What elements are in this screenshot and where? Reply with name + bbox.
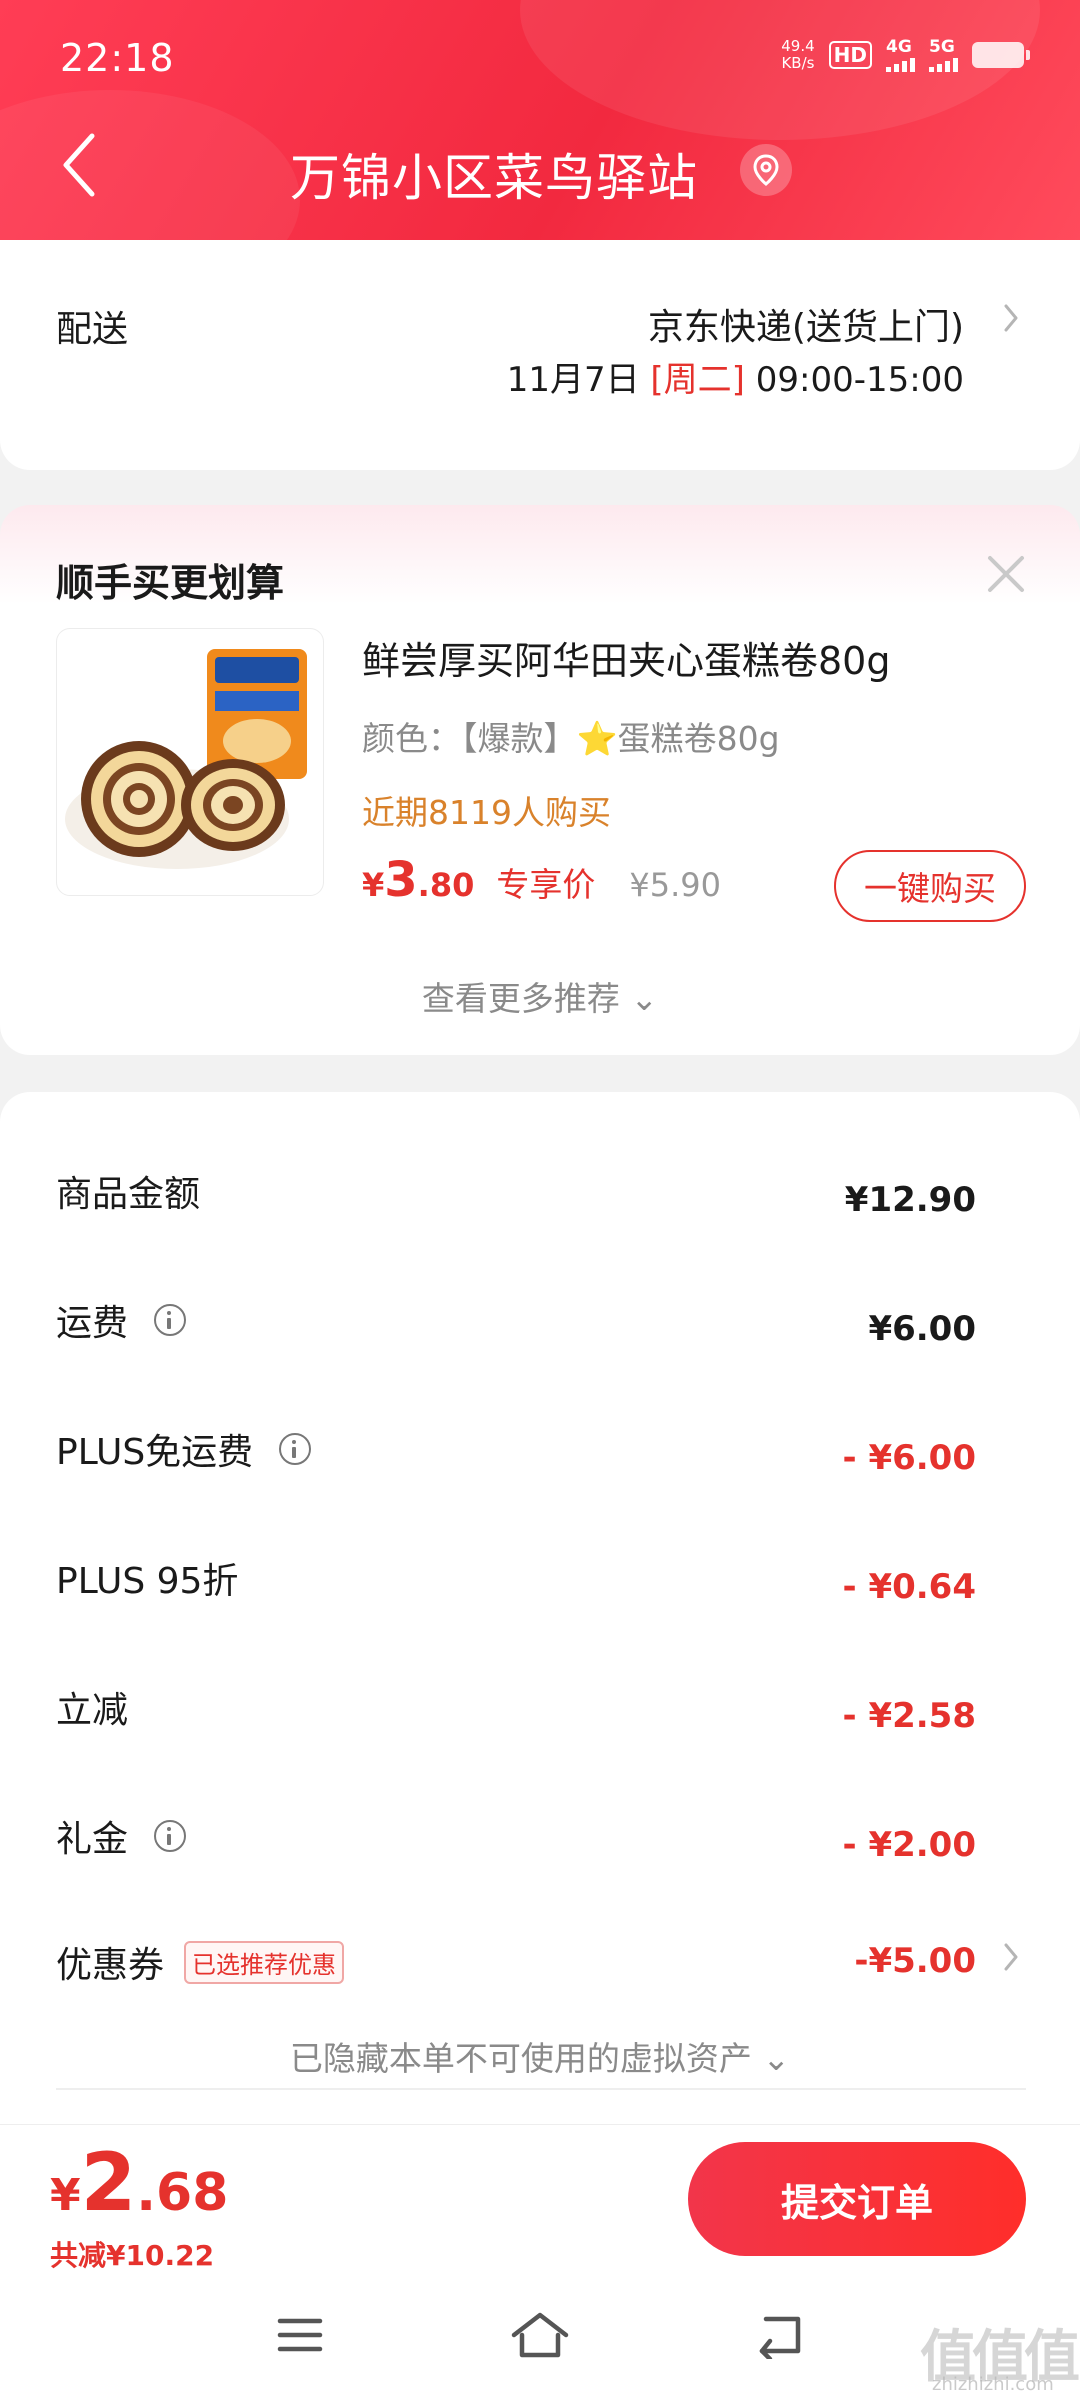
checkout-page: 22:18 49.4 KB/s HD 4G 5G 万锦小区菜鸟驿站 配送 京东快…: [0, 0, 1080, 2400]
instant-discount-label: 立减: [56, 1690, 129, 1731]
battery-icon: [972, 42, 1030, 68]
delivery-date: 11月7日: [506, 360, 640, 400]
plus-discount-value: - ¥0.64: [842, 1567, 977, 1607]
summary-row-label: PLUS免运费: [56, 1423, 312, 1475]
delivery-time[interactable]: 11月7日 [周二] 09:00-15:00: [507, 352, 964, 401]
original-price: ¥5.90: [629, 866, 721, 904]
submit-order-button[interactable]: 提交订单: [688, 2142, 1026, 2256]
page-title: 万锦小区菜鸟驿站: [290, 149, 698, 207]
chevron-right-icon[interactable]: [1000, 1939, 1022, 1975]
delivery-method[interactable]: 京东快递(送货上门): [648, 298, 964, 350]
goods-amount-label: 商品金额: [56, 1174, 201, 1215]
product-sales: 近期8119人购买: [362, 793, 611, 832]
summary-row-label: 运费: [56, 1294, 187, 1346]
home-icon[interactable]: [500, 2300, 580, 2370]
back-button[interactable]: [56, 130, 104, 200]
delivery-label: 配送: [56, 309, 129, 350]
plus-free-shipping-value: - ¥6.00: [842, 1438, 977, 1478]
summary-row-label: 礼金: [56, 1810, 187, 1862]
more-recommendations-link[interactable]: 查看更多推荐 ⌄: [0, 972, 1080, 1020]
divider: [56, 2088, 1026, 2090]
info-icon[interactable]: [279, 1433, 312, 1465]
exclusive-price-tag: 专享价: [496, 865, 596, 904]
network-speed-unit: KB/s: [781, 54, 815, 72]
coupon-value[interactable]: -¥5.00: [854, 1941, 976, 1981]
signal-5g-label: 5G: [929, 37, 955, 57]
cake-roll-image: [65, 649, 307, 869]
product-spec: 颜色：【爆款】⭐蛋糕卷80g: [362, 719, 780, 758]
gift-money-label: 礼金: [56, 1819, 129, 1860]
plus-free-shipping-label: PLUS免运费: [56, 1432, 254, 1473]
recommendation-title: 顺手买更划算: [56, 561, 285, 605]
summary-row-label: 商品金额: [56, 1165, 200, 1217]
back-chevron-icon: [63, 133, 95, 197]
total-integer: 2: [80, 2136, 137, 2229]
plus-discount-label: PLUS 95折: [56, 1561, 239, 1602]
coupon-badge: 已选推荐优惠: [184, 1940, 345, 1984]
header-decoration: [0, 90, 300, 243]
location-pin-icon[interactable]: [740, 144, 792, 196]
hd-icon: HD: [828, 41, 872, 69]
summary-row-label: PLUS 95折: [56, 1552, 238, 1604]
delivery-day: [周二]: [650, 360, 745, 400]
total-price: ¥ 2 .68: [50, 2136, 228, 2229]
close-icon[interactable]: [984, 552, 1028, 596]
total-currency: ¥: [50, 2170, 81, 2221]
price-decimal: .80: [417, 866, 475, 904]
delivery-timeslot: 09:00-15:00: [755, 360, 964, 400]
info-icon[interactable]: [154, 1304, 187, 1336]
info-icon[interactable]: [154, 1820, 187, 1852]
status-icons: 49.4 KB/s HD 4G 5G: [781, 38, 1030, 72]
back-nav-icon[interactable]: [740, 2300, 820, 2370]
network-speed: 49.4 KB/s: [781, 38, 814, 72]
product-price: ¥ 3 .80 专享价 ¥5.90: [362, 852, 721, 908]
header-bar: 22:18 49.4 KB/s HD 4G 5G 万锦小区菜鸟驿站: [0, 0, 1080, 243]
menu-icon[interactable]: [260, 2300, 340, 2370]
coupon-label: 优惠券: [56, 1945, 165, 1986]
shipping-fee-label: 运费: [56, 1303, 129, 1344]
network-speed-value: 49.4: [781, 37, 815, 55]
signal-4g-label: 4G: [886, 37, 912, 57]
summary-row-label: 立减: [56, 1681, 128, 1733]
price-currency: ¥: [362, 866, 385, 904]
signal-4g-icon: 4G: [886, 38, 915, 72]
hidden-assets-toggle[interactable]: 已隐藏本单不可使用的虚拟资产 ⌄: [0, 2032, 1080, 2080]
coupon-row[interactable]: 优惠券 已选推荐优惠: [56, 1936, 345, 1988]
goods-amount-value: ¥12.90: [844, 1180, 976, 1220]
total-saved: 共减¥10.22: [50, 2239, 215, 2272]
product-image[interactable]: [56, 628, 324, 896]
status-time: 22:18: [60, 36, 175, 80]
shipping-fee-value: ¥6.00: [868, 1309, 976, 1349]
product-name[interactable]: 鲜尝厚买阿华田夹心蛋糕卷80g: [362, 630, 890, 685]
chevron-right-icon[interactable]: [1000, 300, 1022, 336]
instant-discount-value: - ¥2.58: [842, 1696, 977, 1736]
price-integer: 3: [384, 852, 418, 908]
signal-5g-icon: 5G: [929, 38, 958, 72]
gift-money-value: - ¥2.00: [842, 1825, 977, 1865]
total-decimal: .68: [136, 2163, 229, 2223]
one-click-buy-button[interactable]: 一键购买: [834, 850, 1026, 922]
watermark-domain: zhizhizhi.com: [932, 2374, 1054, 2395]
